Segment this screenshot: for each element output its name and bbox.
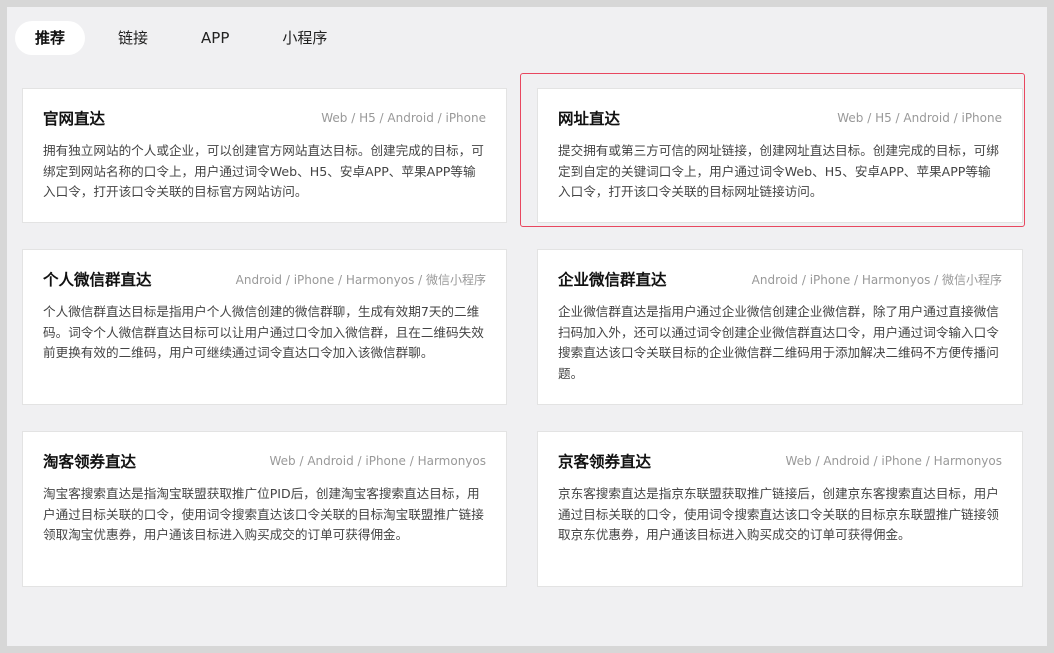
tab-recommended[interactable]: 推荐	[15, 21, 86, 55]
card-description: 企业微信群直达是指用户通过企业微信创建企业微信群，除了用户通过直接微信扫码加入外…	[558, 304, 999, 381]
card-title: 网址直达	[558, 110, 621, 128]
tab-app[interactable]: APP	[181, 21, 249, 55]
card-platforms: Android / iPhone / Harmonyos / 微信小程序	[235, 272, 486, 287]
card-title: 企业微信群直达	[558, 271, 667, 289]
category-tabs: 推荐 链接 APP 小程序	[15, 20, 360, 56]
card-enterprise-wechat-group[interactable]: 企业微信群直达 Android / iPhone / Harmonyos / 微…	[537, 249, 1023, 405]
card-description: 拥有独立网站的个人或企业，可以创建官方网站直达目标。创建完成的目标，可绑定到网站…	[43, 143, 484, 199]
card-title: 官网直达	[43, 110, 106, 128]
card-description: 个人微信群直达目标是指用户个人微信创建的微信群聊，生成有效期7天的二维码。词令个…	[43, 304, 484, 360]
card-title: 个人微信群直达	[43, 271, 152, 289]
card-platforms: Web / H5 / Android / iPhone	[321, 111, 486, 125]
card-personal-wechat-group[interactable]: 个人微信群直达 Android / iPhone / Harmonyos / 微…	[22, 249, 507, 405]
tab-miniprogram[interactable]: 小程序	[262, 21, 347, 55]
card-official-site[interactable]: 官网直达 Web / H5 / Android / iPhone 拥有独立网站的…	[22, 88, 507, 223]
card-taobao-coupon[interactable]: 淘客领券直达 Web / Android / iPhone / Harmonyo…	[22, 431, 507, 587]
card-platforms: Android / iPhone / Harmonyos / 微信小程序	[751, 272, 1002, 287]
card-description: 京东客搜索直达是指京东联盟获取推广链接后，创建京东客搜索直达目标，用户通过目标关…	[558, 486, 999, 542]
card-description: 淘宝客搜索直达是指淘宝联盟获取推广位PID后，创建淘宝客搜索直达目标，用户通过目…	[43, 486, 484, 542]
card-platforms: Web / Android / iPhone / Harmonyos	[269, 454, 486, 468]
card-description: 提交拥有或第三方可信的网址链接，创建网址直达目标。创建完成的目标，可绑定到自定的…	[558, 143, 999, 199]
card-title: 淘客领券直达	[43, 453, 137, 471]
tab-links[interactable]: 链接	[98, 21, 168, 55]
card-jd-coupon[interactable]: 京客领券直达 Web / Android / iPhone / Harmonyo…	[537, 431, 1023, 587]
card-title: 京客领券直达	[558, 453, 652, 471]
card-platforms: Web / Android / iPhone / Harmonyos	[785, 454, 1002, 468]
card-url-direct[interactable]: 网址直达 Web / H5 / Android / iPhone 提交拥有或第三…	[537, 88, 1023, 223]
card-platforms: Web / H5 / Android / iPhone	[837, 111, 1002, 125]
